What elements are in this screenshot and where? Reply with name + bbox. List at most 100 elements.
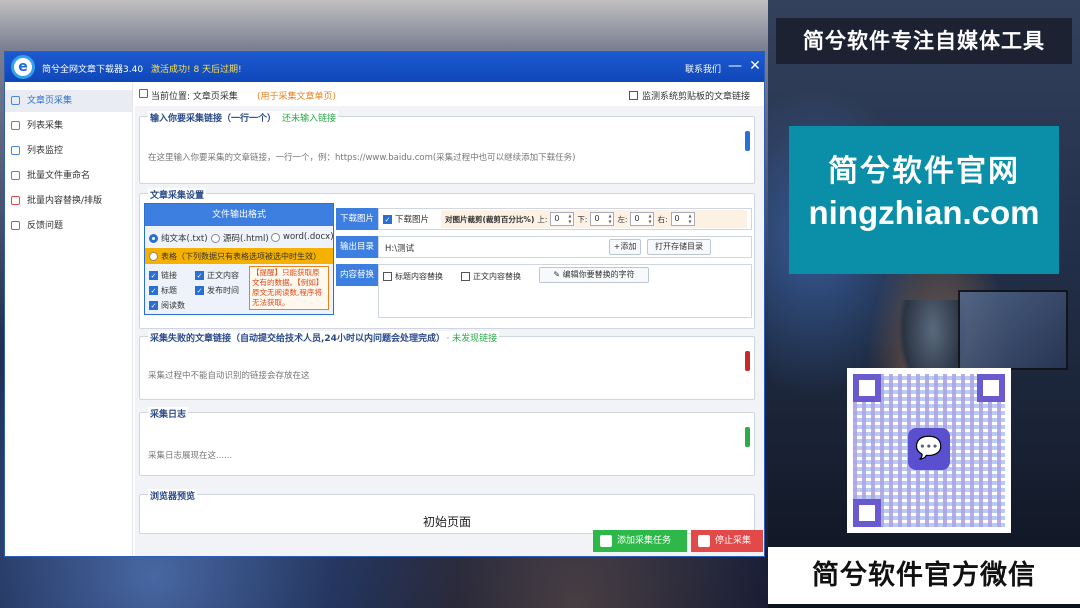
format-html-label: 源码(.html) [223,234,269,244]
edit-replace-button[interactable]: ✎ 编辑你要替换的字符 [539,267,649,283]
sidebar-item-batch-rename[interactable]: 批量文件重命名 [5,165,132,187]
failed-links-status: · 未发现链接 [446,334,498,344]
scrollbar[interactable] [745,131,750,151]
sidebar-item-article-collect[interactable]: 文章页采集 [5,90,132,112]
output-dir-label: 输出目录 [336,236,378,258]
download-images-checkbox[interactable]: ✓ 下载图片 [383,213,429,225]
crop-bottom-label: 下: [577,214,588,224]
crop-bottom-input[interactable]: 0 [590,212,615,226]
list-search-icon [11,121,20,130]
radio-icon [271,232,280,242]
stop-button[interactable]: 停止采集 [691,530,763,552]
crop-right-label: 右: [657,214,668,224]
log-textarea[interactable]: 采集日志展现在这...... [148,449,740,461]
promo-bottom-text: 简兮软件官方微信 [768,547,1080,604]
checkbox-checked-icon: ✓ [149,301,158,310]
qr-finder [853,499,881,527]
contact-link[interactable]: 联系我们 [685,62,721,75]
log-group: 采集日志 采集日志展现在这...... [139,407,755,476]
open-dir-button[interactable]: 打开存储目录 [647,239,711,255]
add-task-button[interactable]: 添加采集任务 [593,530,687,552]
field-link-checkbox[interactable]: ✓ 链接 [149,270,177,281]
crop-left-label: 左: [617,214,628,224]
stop-icon [698,535,710,547]
sidebar: 文章页采集 列表采集 列表监控 批量文件重命名 批量内容替换/排版 反馈问题 [5,82,133,556]
format-txt-label: 纯文本(.txt) [161,234,208,244]
radio-selected-icon [149,233,158,243]
crop-settings: 对图片裁剪(裁剪百分比%) 上:0 下:0 左:0 右:0 [441,210,747,228]
scrollbar[interactable] [745,427,750,447]
radio-icon [211,233,220,243]
edit-replace-label: 编辑你要替换的字符 [562,270,635,279]
pencil-icon: ✎ [553,270,563,279]
field-label: 发布时间 [207,286,239,295]
replace-body-checkbox[interactable]: 正文内容替换 [461,271,521,282]
monitor-clipboard-label: 监测系统剪贴板的文章链接 [642,92,751,102]
sidebar-item-label: 批量内容替换/排版 [27,196,103,206]
preview-page-title: 初始页面 [422,515,471,529]
location-hint: (用于采集文章单页) [257,92,337,102]
format-txt-radio[interactable]: 纯文本(.txt) [149,232,208,244]
promo-panel: 简兮软件专注自媒体工具 简兮软件官网 ningzhian.com 💬 简兮软件官… [768,0,1080,608]
location-bar: 当前位置: 文章页采集 (用于采集文章单页) 监测系统剪贴板的文章链接 [135,82,764,106]
main-panel: 当前位置: 文章页采集 (用于采集文章单页) 监测系统剪贴板的文章链接 输入你要… [135,82,764,556]
location-label: 当前位置: 文章页采集 [151,92,238,102]
crop-top-input[interactable]: 0 [550,212,575,226]
format-table-radio[interactable]: 表格（下列数据只有表格选项被选中时生效） [145,248,333,264]
close-button[interactable]: ✕ [747,54,763,78]
wechat-icon: 💬 [908,428,950,470]
crop-top-label: 上: [537,214,548,224]
field-reads-checkbox[interactable]: ✓ 阅读数 [149,300,185,311]
field-body-checkbox[interactable]: ✓ 正文内容 [195,270,239,281]
output-dir-input[interactable]: H:\测试 [385,242,414,254]
scrollbar[interactable] [745,351,750,371]
checkbox-checked-icon: ✓ [195,286,204,295]
checkbox-checked-icon: ✓ [383,214,392,224]
browser-preview-group: 浏览器预览 初始页面 [139,489,755,534]
wechat-qr-code: 💬 [847,368,1011,533]
content-replace-label: 内容替换 [336,264,378,286]
group-title: 采集失败的文章链接（自动提交给技术人员,24小时以内问题会处理完成） · 未发现链… [148,331,500,344]
sidebar-item-label: 列表采集 [27,121,64,131]
sidebar-item-batch-replace[interactable]: 批量内容替换/排版 [5,190,132,212]
format-docx-radio[interactable]: word(.docx) [271,232,334,242]
minimize-button[interactable]: — [727,54,743,78]
sidebar-item-list-monitor[interactable]: 列表监控 [5,140,132,162]
add-dir-button[interactable]: +添加 [609,239,641,255]
replace-title-label: 标题内容替换 [395,272,443,281]
location-icon [139,89,148,98]
crop-right-input[interactable]: 0 [670,212,695,226]
group-title: 输入你要采集链接（一行一个） 还未输入链接 [148,111,339,124]
sidebar-item-feedback[interactable]: 反馈问题 [5,215,132,237]
qr-finder [853,374,881,402]
add-task-label: 添加采集任务 [617,536,672,546]
field-label: 阅读数 [161,301,185,310]
preview-title: 浏览器预览 [148,489,198,502]
activation-status: 激活成功! 8 天后过期! [151,65,242,75]
promo-title: 简兮软件专注自媒体工具 [776,18,1072,64]
checkbox-icon [629,91,638,100]
desktop-background: e 简兮全网文章下载器3.40 激活成功! 8 天后过期! 联系我们 — ✕ 文… [0,0,768,608]
crop-left-input[interactable]: 0 [630,212,655,226]
sidebar-item-label: 反馈问题 [27,221,64,231]
link-input-textarea[interactable]: 在这里输入你要采集的文章链接，一行一个，例：https://www.baidu.… [148,151,740,163]
monitor-illustration [958,290,1068,370]
failed-links-group: 采集失败的文章链接（自动提交给技术人员,24小时以内问题会处理完成） · 未发现链… [139,331,755,400]
link-input-status: 还未输入链接 [282,114,337,124]
replace-title-checkbox[interactable]: 标题内容替换 [383,271,443,282]
document-icon [11,96,20,105]
checkbox-checked-icon: ✓ [195,271,204,280]
field-tip: 【提醒】只能获取原文有的数据。【例如】原文无阅读数,程序将无法获取。 [249,266,329,310]
field-date-checkbox[interactable]: ✓ 发布时间 [195,285,239,296]
link-input-group: 输入你要采集链接（一行一个） 还未输入链接 在这里输入你要采集的文章链接，一行一个… [139,111,755,184]
failed-links-textarea[interactable]: 采集过程中不能自动识别的链接会存放在这 [148,369,740,381]
monitor-clipboard-checkbox[interactable]: 监测系统剪贴板的文章链接 [629,89,750,102]
field-title-checkbox[interactable]: ✓ 标题 [149,285,177,296]
sidebar-item-list-collect[interactable]: 列表采集 [5,115,132,137]
download-images-check-label: 下载图片 [395,215,430,225]
promo-site-name: 简兮软件官网 [828,154,1020,189]
format-html-radio[interactable]: 源码(.html) [211,232,269,244]
field-label: 正文内容 [207,271,239,280]
replace-body-label: 正文内容替换 [473,272,521,281]
failed-links-title: 采集失败的文章链接（自动提交给技术人员,24小时以内问题会处理完成） [150,334,441,344]
